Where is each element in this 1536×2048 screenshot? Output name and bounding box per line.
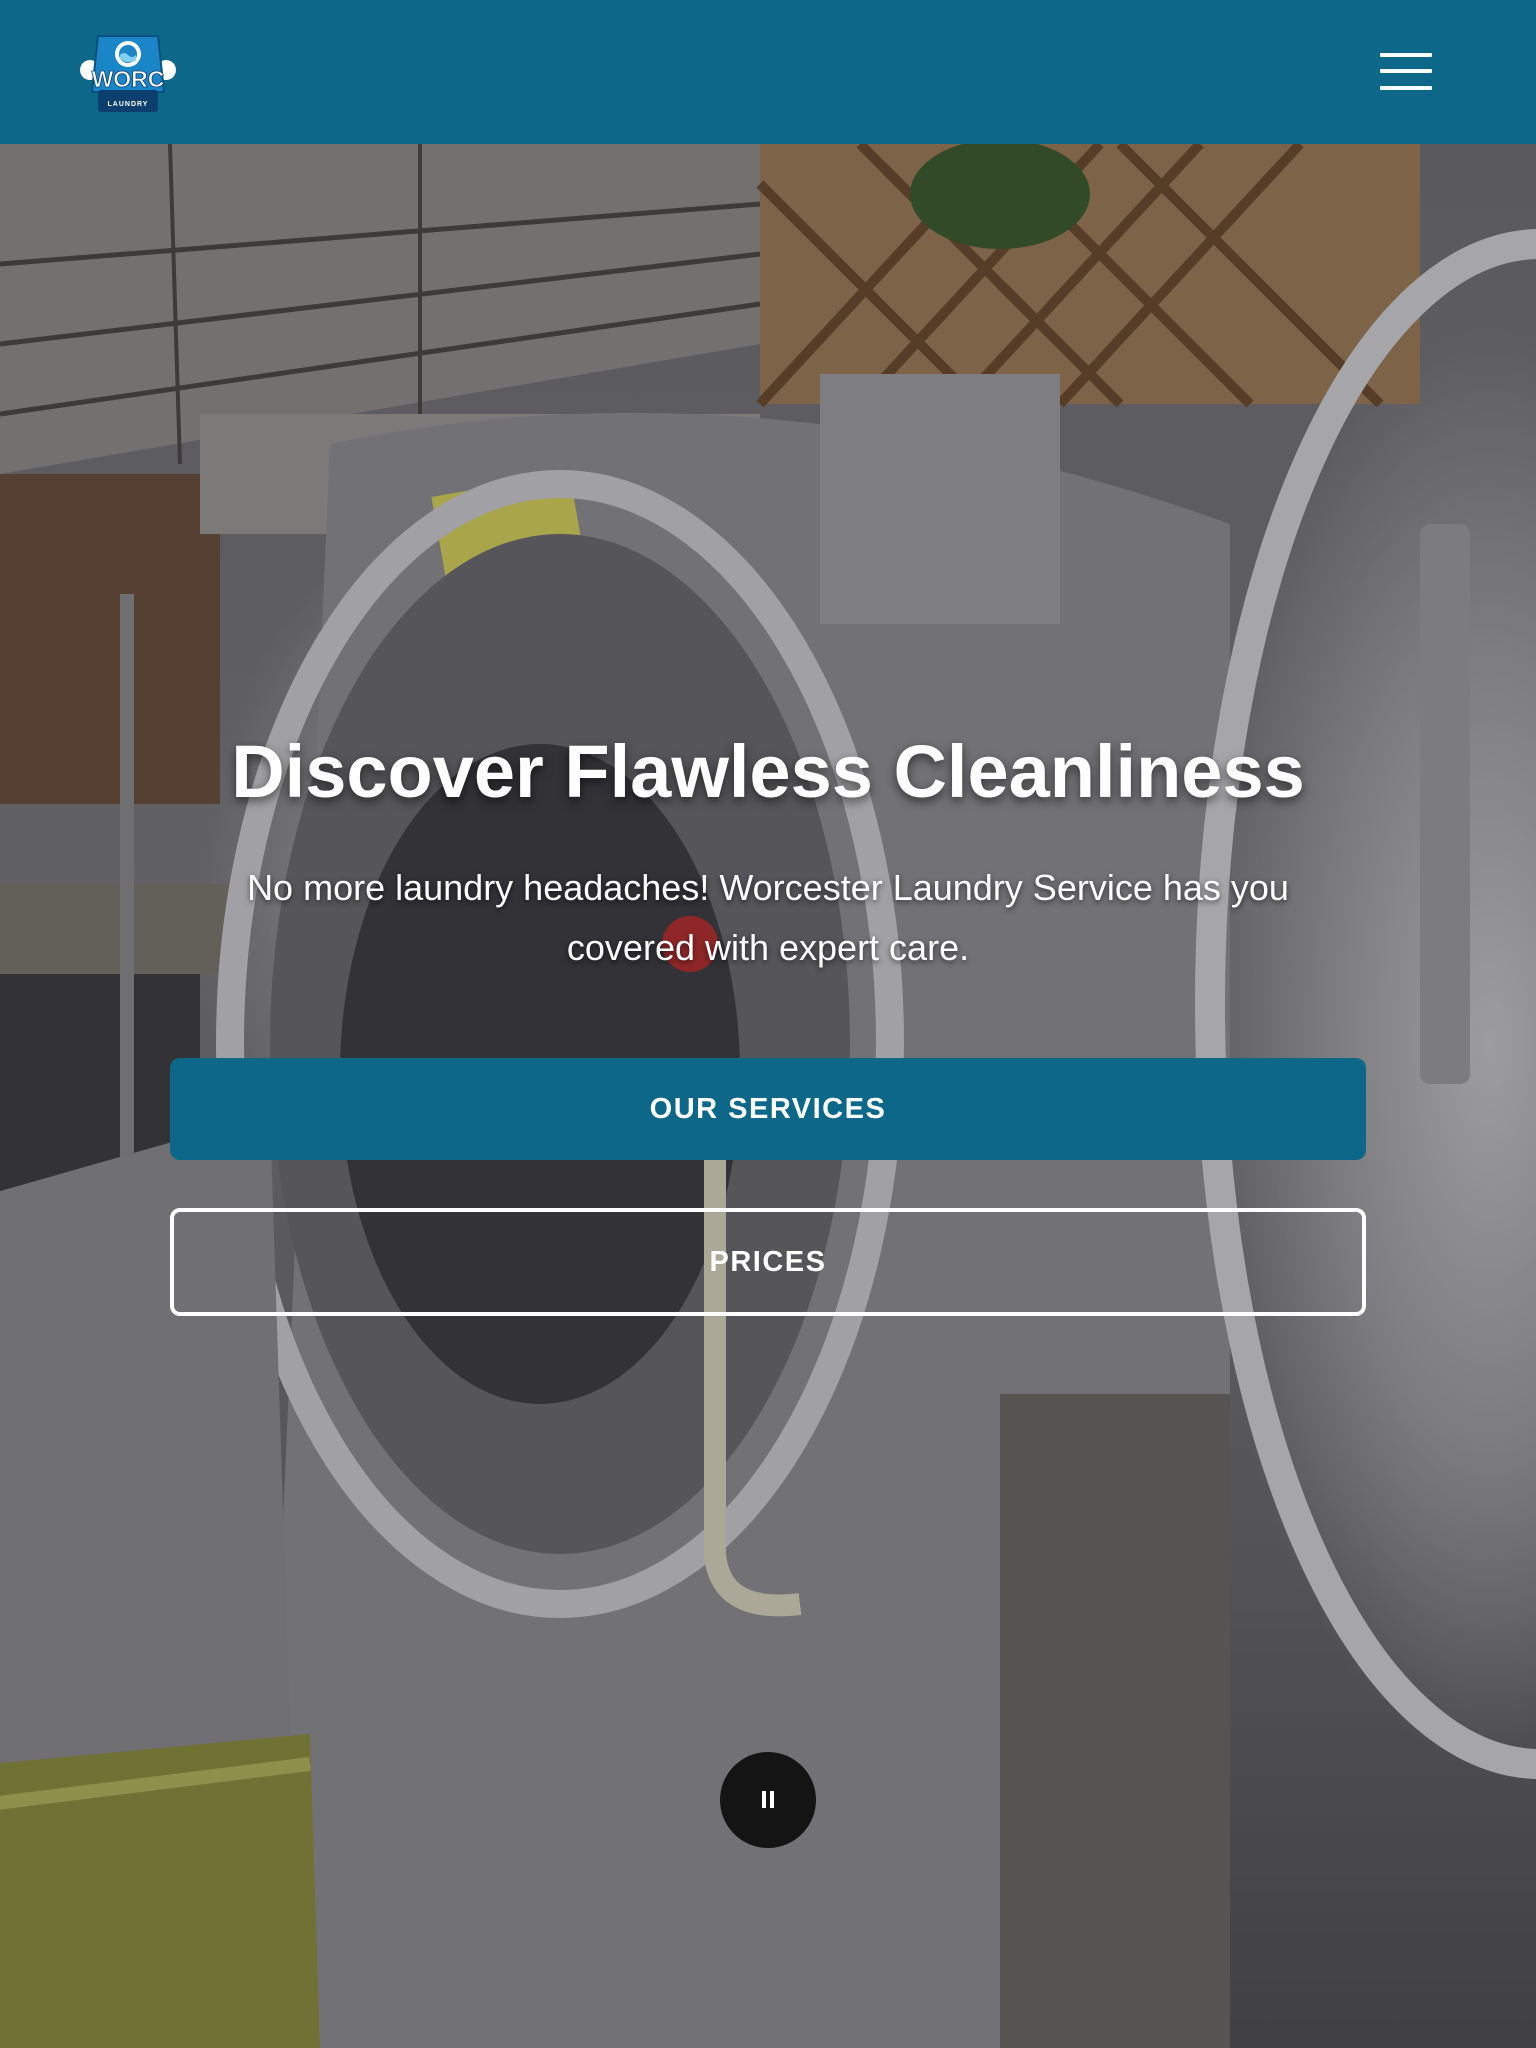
- hamburger-menu-icon[interactable]: [1380, 50, 1436, 94]
- hero-subtitle: No more laundry headaches! Worcester Lau…: [247, 867, 1289, 968]
- hamburger-bar: [1380, 86, 1432, 90]
- pause-icon: [761, 1791, 775, 1809]
- our-services-button-label: OUR SERVICES: [649, 1092, 887, 1125]
- worc-laundry-logo[interactable]: WORC LAUNDRY: [80, 30, 176, 114]
- prices-button[interactable]: PRICES: [170, 1208, 1366, 1316]
- svg-text:WORC: WORC: [92, 66, 165, 92]
- prices-button-label: PRICES: [709, 1245, 827, 1278]
- our-services-button[interactable]: OUR SERVICES: [170, 1058, 1366, 1160]
- video-pause-button[interactable]: [720, 1752, 816, 1848]
- hero-section: Discover Flawless Cleanliness No more la…: [0, 144, 1536, 2048]
- site-header: WORC LAUNDRY: [0, 0, 1536, 144]
- hamburger-bar: [1380, 69, 1432, 73]
- hamburger-bar: [1380, 53, 1432, 57]
- hero-title: Discover Flawless Cleanliness: [231, 730, 1305, 813]
- svg-text:LAUNDRY: LAUNDRY: [108, 101, 149, 108]
- washing-machine-logo-icon: WORC LAUNDRY: [80, 35, 176, 112]
